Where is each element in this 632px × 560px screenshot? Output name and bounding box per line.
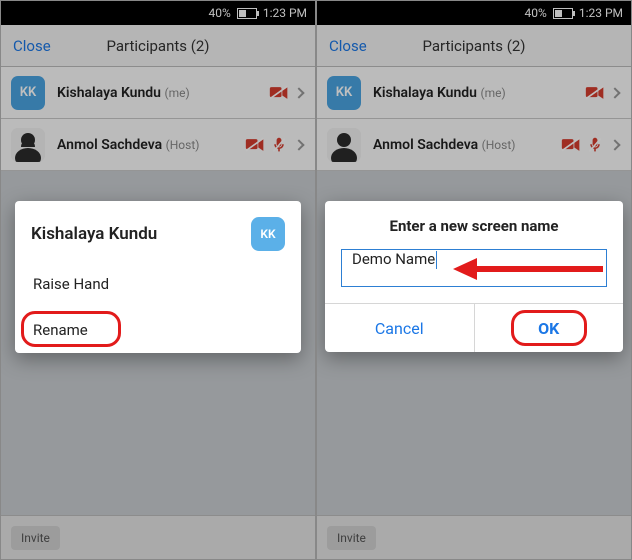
- dialog-title: Enter a new screen name: [325, 217, 623, 249]
- screen-name-input[interactable]: Demo Name: [341, 249, 607, 287]
- text-caret: [436, 251, 437, 269]
- action-rename[interactable]: Rename: [15, 307, 301, 353]
- avatar-initials: KK: [251, 217, 285, 251]
- action-sheet: Kishalaya Kundu KK Raise Hand Rename: [15, 201, 301, 353]
- action-sheet-title: Kishalaya Kundu: [31, 224, 251, 244]
- phone-left: 40% 1:23 PM Close Participants (2) KK Ki…: [0, 0, 316, 560]
- action-raise-hand[interactable]: Raise Hand: [15, 261, 301, 307]
- phone-right: 40% 1:23 PM Close Participants (2) KK Ki…: [316, 0, 632, 560]
- ok-button[interactable]: OK: [474, 304, 624, 352]
- action-sheet-header: Kishalaya Kundu KK: [15, 201, 301, 261]
- cancel-button[interactable]: Cancel: [325, 304, 474, 352]
- rename-dialog: Enter a new screen name Demo Name Cancel…: [325, 201, 623, 352]
- dialog-buttons: Cancel OK: [325, 303, 623, 352]
